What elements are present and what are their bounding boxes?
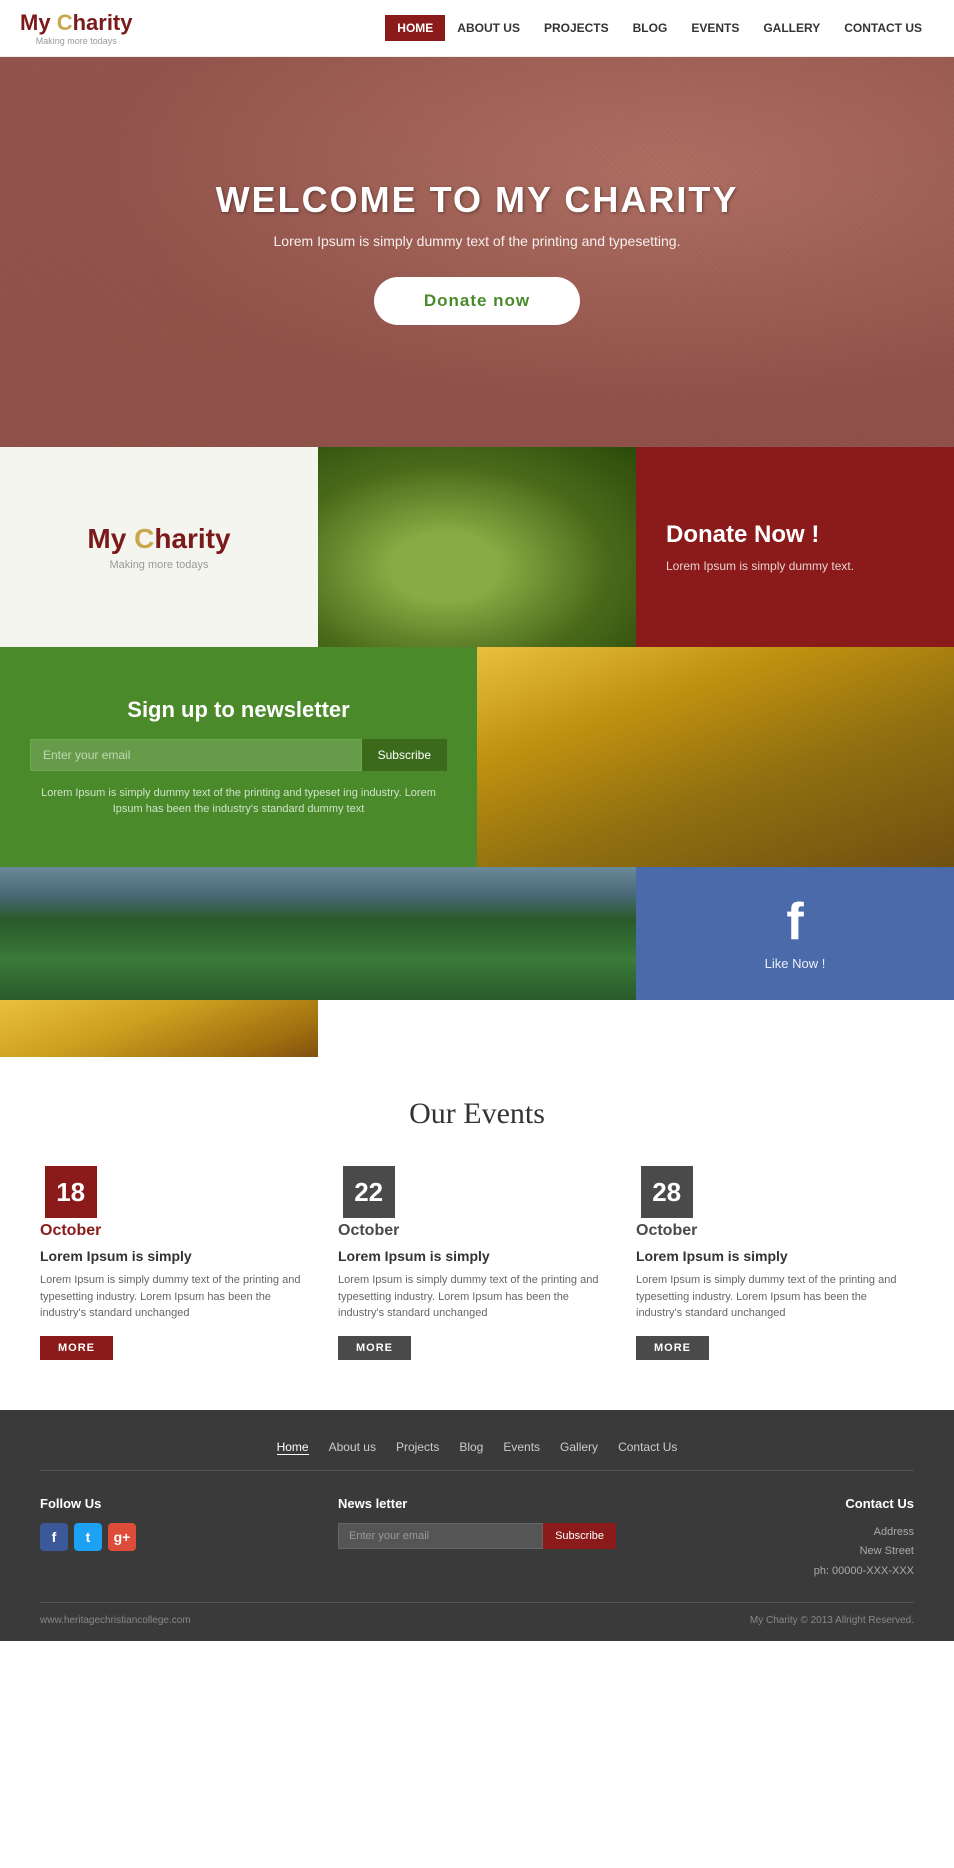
image-grid-section: f Like Now ! [0, 867, 954, 1057]
event-desc-2: Lorem Ipsum is simply dummy text of the … [338, 1272, 616, 1322]
facebook-panel[interactable]: f Like Now ! [636, 867, 954, 1000]
event-month-2: October [338, 1222, 399, 1240]
mid-donate-title: Donate Now ! [666, 521, 819, 549]
footer-nav-gallery[interactable]: Gallery [560, 1440, 598, 1455]
footer-nav-events[interactable]: Events [503, 1440, 540, 1455]
header: My Charity Making more todays HOME ABOUT… [0, 0, 954, 57]
footer: Home About us Projects Blog Events Galle… [0, 1410, 954, 1641]
footer-nav-about[interactable]: About us [329, 1440, 376, 1455]
mid-donate-desc: Lorem Ipsum is simply dummy text. [666, 559, 854, 573]
logo-text: My Charity [20, 10, 133, 36]
event-date-3: 28 October [636, 1166, 697, 1240]
newsletter-subscribe-button[interactable]: Subscribe [362, 739, 447, 771]
main-nav: HOME ABOUT US PROJECTS BLOG EVENTS GALLE… [385, 15, 934, 41]
footer-follow-title: Follow Us [40, 1496, 318, 1511]
footer-phone: ph: 00000-XXX-XXX [636, 1562, 914, 1582]
nav-about[interactable]: ABOUT US [445, 15, 532, 41]
mid-logo-subtitle: Making more todays [109, 559, 208, 571]
event-date-2: 22 October [338, 1166, 399, 1240]
footer-email-input[interactable] [338, 1523, 543, 1549]
footer-newsletter-title: News letter [338, 1496, 616, 1511]
logo-highlight: C [57, 10, 73, 35]
hero-content: WELCOME TO MY CHARITY Lorem Ipsum is sim… [216, 179, 739, 325]
event-day-3: 28 [641, 1166, 693, 1218]
footer-newsletter-col: News letter Subscribe [338, 1496, 616, 1582]
newsletter-right-image [477, 647, 954, 867]
newsletter-description: Lorem Ipsum is simply dummy text of the … [30, 785, 447, 818]
leaves-image-bg [477, 647, 954, 867]
mid-image-panel [318, 447, 636, 647]
footer-contact-title: Contact Us [636, 1496, 914, 1511]
social-icons: f t g+ [40, 1523, 318, 1551]
footer-follow-col: Follow Us f t g+ [40, 1496, 318, 1582]
footer-address-line2: New Street [636, 1542, 914, 1562]
events-title: Our Events [40, 1097, 914, 1131]
events-grid: 18 October Lorem Ipsum is simply Lorem I… [40, 1166, 914, 1360]
newsletter-email-input[interactable] [30, 739, 362, 771]
event-month-1: October [40, 1222, 101, 1240]
event-more-button-3[interactable]: More [636, 1336, 709, 1360]
footer-newsletter-form: Subscribe [338, 1523, 616, 1549]
leaves-right-panel [0, 1000, 318, 1058]
footer-contact-info: Address New Street ph: 00000-XXX-XXX [636, 1523, 914, 1582]
event-month-3: October [636, 1222, 697, 1240]
nav-gallery[interactable]: GALLERY [751, 15, 832, 41]
footer-nav-home[interactable]: Home [277, 1440, 309, 1455]
event-title-3: Lorem Ipsum is simply [636, 1248, 914, 1264]
footer-subscribe-button[interactable]: Subscribe [543, 1523, 616, 1549]
footer-columns: Follow Us f t g+ News letter Subscribe C… [40, 1496, 914, 1582]
hero-subtitle: Lorem Ipsum is simply dummy text of the … [216, 233, 739, 249]
hero-section: WELCOME TO MY CHARITY Lorem Ipsum is sim… [0, 57, 954, 447]
event-card-2: 22 October Lorem Ipsum is simply Lorem I… [338, 1166, 616, 1360]
event-desc-1: Lorem Ipsum is simply dummy text of the … [40, 1272, 318, 1322]
footer-nav-contact[interactable]: Contact Us [618, 1440, 677, 1455]
newsletter-panel: Sign up to newsletter Subscribe Lorem Ip… [0, 647, 477, 867]
event-date-1: 18 October [40, 1166, 101, 1240]
grass-image-panel [0, 867, 636, 1000]
footer-contact-col: Contact Us Address New Street ph: 00000-… [636, 1496, 914, 1582]
event-more-button-1[interactable]: MORE [40, 1336, 113, 1360]
nav-events[interactable]: EVENTS [679, 15, 751, 41]
newsletter-section: Sign up to newsletter Subscribe Lorem Ip… [0, 647, 954, 867]
facebook-social-icon[interactable]: f [40, 1523, 68, 1551]
donate-now-button[interactable]: Donate now [374, 277, 580, 325]
mid-logo-text: My Charity [87, 523, 230, 555]
footer-nav-projects[interactable]: Projects [396, 1440, 439, 1455]
mid-section: My Charity Making more todays Donate Now… [0, 447, 954, 647]
footer-nav: Home About us Projects Blog Events Galle… [40, 1440, 914, 1471]
event-desc-3: Lorem Ipsum is simply dummy text of the … [636, 1272, 914, 1322]
nav-blog[interactable]: BLOG [621, 15, 680, 41]
mid-image-bg [318, 447, 636, 647]
footer-bottom: www.heritagechristiancollege.com My Char… [40, 1602, 914, 1626]
nav-projects[interactable]: PROJECTS [532, 15, 621, 41]
newsletter-form: Subscribe [30, 739, 447, 771]
nav-contact[interactable]: CONTACT US [832, 15, 934, 41]
facebook-icon: f [786, 896, 803, 948]
mid-logo-highlight: C [134, 523, 154, 554]
twitter-social-icon[interactable]: t [74, 1523, 102, 1551]
googleplus-social-icon[interactable]: g+ [108, 1523, 136, 1551]
footer-url: www.heritagechristiancollege.com [40, 1615, 191, 1626]
event-day-1: 18 [45, 1166, 97, 1218]
event-card-3: 28 October Lorem Ipsum is simply Lorem I… [636, 1166, 914, 1360]
facebook-label: Like Now ! [765, 956, 826, 971]
footer-address-line1: Address [636, 1523, 914, 1543]
event-day-2: 22 [343, 1166, 395, 1218]
event-card-1: 18 October Lorem Ipsum is simply Lorem I… [40, 1166, 318, 1360]
nav-home[interactable]: HOME [385, 15, 445, 41]
newsletter-title: Sign up to newsletter [127, 697, 349, 723]
hero-title: WELCOME TO MY CHARITY [216, 179, 739, 221]
event-title-2: Lorem Ipsum is simply [338, 1248, 616, 1264]
mid-donate-panel: Donate Now ! Lorem Ipsum is simply dummy… [636, 447, 954, 647]
event-more-button-2[interactable]: MORE [338, 1336, 411, 1360]
grass-image-bg [0, 867, 636, 1000]
footer-copyright: My Charity © 2013 Allright Reserved. [750, 1615, 914, 1626]
events-section: Our Events 18 October Lorem Ipsum is sim… [0, 1057, 954, 1410]
logo-subtitle: Making more todays [20, 36, 133, 46]
leaves-right-bg [0, 1000, 318, 1058]
footer-nav-blog[interactable]: Blog [459, 1440, 483, 1455]
mid-logo-panel: My Charity Making more todays [0, 447, 318, 647]
event-title-1: Lorem Ipsum is simply [40, 1248, 318, 1264]
logo: My Charity Making more todays [20, 10, 133, 46]
